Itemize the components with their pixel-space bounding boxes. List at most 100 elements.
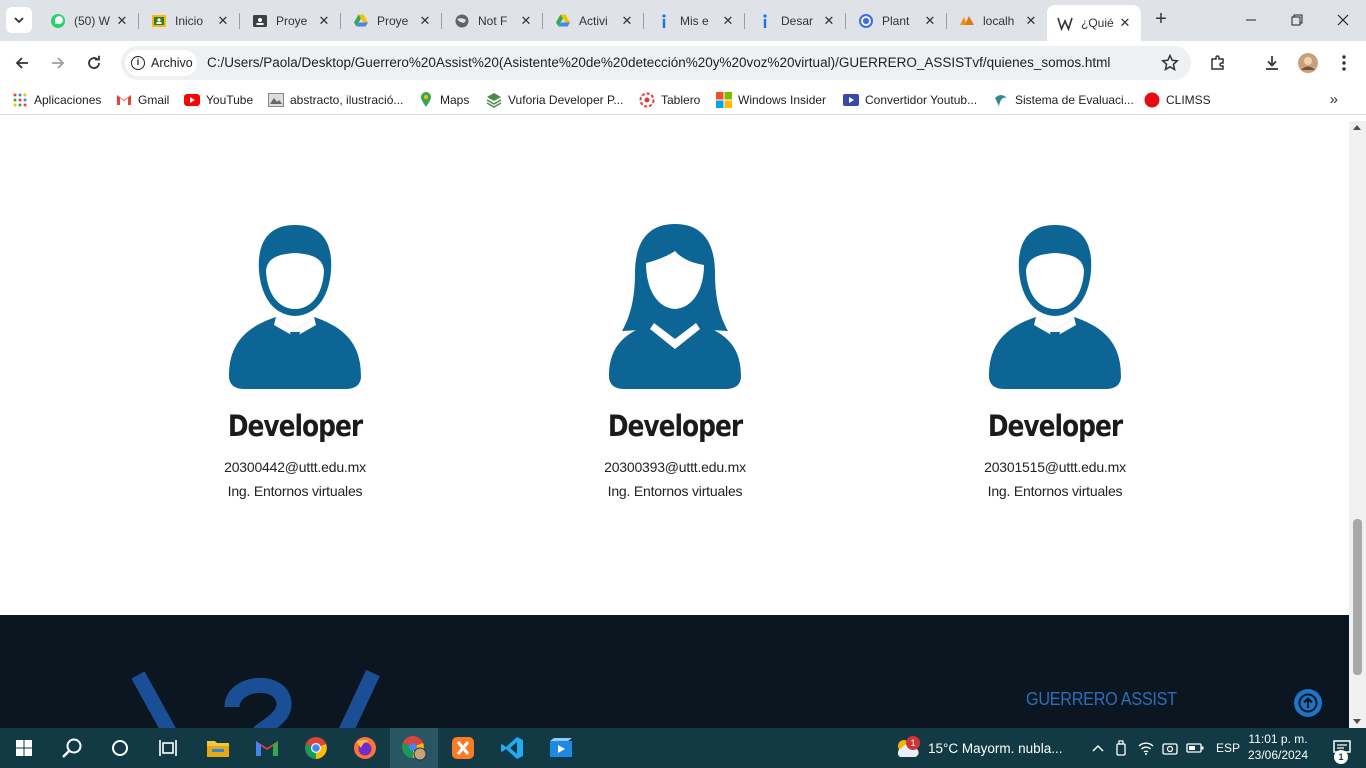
scrollbar-thumb[interactable] xyxy=(1353,519,1362,675)
bookmarks-bar: Aplicaciones Gmail YouTube abstracto, il… xyxy=(0,85,1366,115)
battery-icon[interactable] xyxy=(1186,742,1204,754)
tab-localhost[interactable]: localh ✕ xyxy=(949,6,1047,35)
tab-mis-e[interactable]: Mis e ✕ xyxy=(646,6,745,35)
taskbar-firefox[interactable] xyxy=(341,728,389,768)
bookmark-star-button[interactable] xyxy=(1160,53,1180,77)
chevron-up-icon[interactable] xyxy=(1092,743,1104,753)
bookmark-convertidor[interactable]: Convertidor Youtub... xyxy=(843,91,977,109)
camera-icon[interactable] xyxy=(1162,741,1178,755)
close-icon[interactable]: ✕ xyxy=(316,13,332,29)
globe-icon xyxy=(454,13,470,29)
vuforia-icon xyxy=(486,92,502,108)
bookmark-climss[interactable]: CLIMSS xyxy=(1144,91,1211,109)
tab-plantilla[interactable]: Plant ✕ xyxy=(848,6,947,35)
close-icon[interactable]: ✕ xyxy=(417,13,433,29)
taskbar-chrome-profile[interactable] xyxy=(390,728,438,768)
tab-proyecto-1[interactable]: Proye ✕ xyxy=(242,6,341,35)
scroll-down-arrow-icon[interactable] xyxy=(1353,719,1361,724)
bookmark-vuforia[interactable]: Vuforia Developer P... xyxy=(486,91,623,109)
taskbar-xampp[interactable] xyxy=(439,728,487,768)
member-career: Ing. Entornos virtuales xyxy=(607,483,743,499)
taskbar-file-explorer[interactable] xyxy=(194,728,242,768)
info-icon: i xyxy=(131,56,145,70)
taskbar-search-button[interactable] xyxy=(48,728,96,768)
tab-strip: (50) W ✕ Inicio ✕ Proye ✕ Proye ✕ Not F … xyxy=(0,0,1366,41)
close-icon[interactable]: ✕ xyxy=(720,13,736,29)
bookmark-aplicaciones[interactable]: Aplicaciones xyxy=(12,91,101,109)
wifi-icon[interactable] xyxy=(1138,741,1154,755)
language-indicator[interactable]: ESP xyxy=(1216,741,1240,755)
bookmark-abstracto[interactable]: abstracto, ilustració... xyxy=(268,91,403,109)
page-scrollbar[interactable] xyxy=(1349,121,1366,728)
tab-whatsapp[interactable]: (50) W ✕ xyxy=(40,6,139,35)
phpmyadmin-icon xyxy=(959,13,975,29)
tab-title: Mis e xyxy=(680,13,709,28)
close-icon[interactable]: ✕ xyxy=(922,13,938,29)
tab-classroom[interactable]: Inicio ✕ xyxy=(141,6,240,35)
arrow-right-icon xyxy=(52,57,65,69)
restore-icon xyxy=(1291,14,1303,26)
address-bar[interactable]: i Archivo C:/Users/Paola/Desktop/Guerrer… xyxy=(121,46,1191,80)
close-icon[interactable]: ✕ xyxy=(114,13,130,29)
usb-device-icon[interactable] xyxy=(1116,740,1126,756)
tab-title: (50) W xyxy=(74,13,110,28)
member-email: 20300442@uttt.edu.mx xyxy=(224,459,366,475)
reload-button[interactable] xyxy=(82,51,106,75)
taskbar-vscode[interactable] xyxy=(488,728,536,768)
profile-avatar[interactable] xyxy=(1296,51,1320,75)
url-text[interactable]: C:/Users/Paola/Desktop/Guerrero%20Assist… xyxy=(207,55,1110,70)
start-button[interactable] xyxy=(0,728,48,768)
cortana-button[interactable] xyxy=(96,728,144,768)
new-tab-button[interactable]: + xyxy=(1150,8,1172,30)
tab-quienes-somos[interactable]: ¿Quié ✕ xyxy=(1047,5,1141,41)
bookmark-youtube[interactable]: YouTube xyxy=(184,91,253,109)
tab-search-button[interactable] xyxy=(6,7,32,33)
site-info-chip[interactable]: i Archivo xyxy=(125,50,197,76)
close-icon[interactable]: ✕ xyxy=(821,13,837,29)
tab-desarrollo[interactable]: Desar ✕ xyxy=(747,6,846,35)
bookmark-sistema-evaluacion[interactable]: Sistema de Evaluaci... xyxy=(993,91,1134,109)
member-role: Developer xyxy=(987,409,1123,443)
extensions-button[interactable] xyxy=(1206,51,1230,75)
scroll-to-top-button[interactable] xyxy=(1294,689,1322,717)
minimize-button[interactable] xyxy=(1228,0,1274,40)
forward-button[interactable] xyxy=(46,51,70,75)
google-drive-icon xyxy=(555,13,571,29)
download-icon xyxy=(1266,56,1278,70)
close-icon[interactable]: ✕ xyxy=(215,13,231,29)
close-icon[interactable]: ✕ xyxy=(1117,15,1133,31)
tab-separator xyxy=(744,13,745,29)
bookmark-windows-insider[interactable]: Windows Insider xyxy=(716,91,826,109)
notification-count-badge: 1 xyxy=(1334,750,1348,764)
page-footer: GUERRERO ASSIST xyxy=(0,615,1349,728)
restore-button[interactable] xyxy=(1274,0,1320,40)
task-view-button[interactable] xyxy=(144,728,192,768)
bookmark-tablero[interactable]: Tablero xyxy=(639,91,700,109)
bookmarks-overflow-chevron-icon[interactable]: » xyxy=(1330,91,1338,108)
tab-separator xyxy=(239,13,240,29)
female-user-icon xyxy=(609,224,741,389)
tab-actividad[interactable]: Activi ✕ xyxy=(545,6,644,35)
arrow-left-icon xyxy=(15,57,28,69)
close-icon[interactable]: ✕ xyxy=(619,13,635,29)
taskbar-clock[interactable]: 11:01 p. m. 23/06/2024 xyxy=(1240,731,1316,763)
taskbar-gmail[interactable] xyxy=(243,728,291,768)
tab-proyecto-2[interactable]: Proye ✕ xyxy=(343,6,442,35)
browser-menu-button[interactable] xyxy=(1332,51,1356,75)
close-icon[interactable]: ✕ xyxy=(518,13,534,29)
red-dot-icon xyxy=(1144,92,1160,108)
tab-not-found[interactable]: Not F ✕ xyxy=(444,6,543,35)
bookmark-maps[interactable]: Maps xyxy=(418,91,469,109)
bookmark-gmail[interactable]: Gmail xyxy=(116,91,169,109)
close-icon[interactable]: ✕ xyxy=(1023,13,1039,29)
bookmark-label: Convertidor Youtub... xyxy=(865,93,978,107)
taskbar-video-editor[interactable] xyxy=(537,728,585,768)
downloads-button[interactable] xyxy=(1260,51,1284,75)
close-window-button[interactable] xyxy=(1320,0,1366,40)
back-button[interactable] xyxy=(10,51,34,75)
weather-widget[interactable]: 15°C Mayorm. nubla... xyxy=(894,728,1062,768)
tab-separator xyxy=(845,13,846,29)
scroll-up-arrow-icon[interactable] xyxy=(1353,125,1361,130)
taskbar-chrome[interactable] xyxy=(292,728,340,768)
windows-logo-icon xyxy=(716,92,732,108)
